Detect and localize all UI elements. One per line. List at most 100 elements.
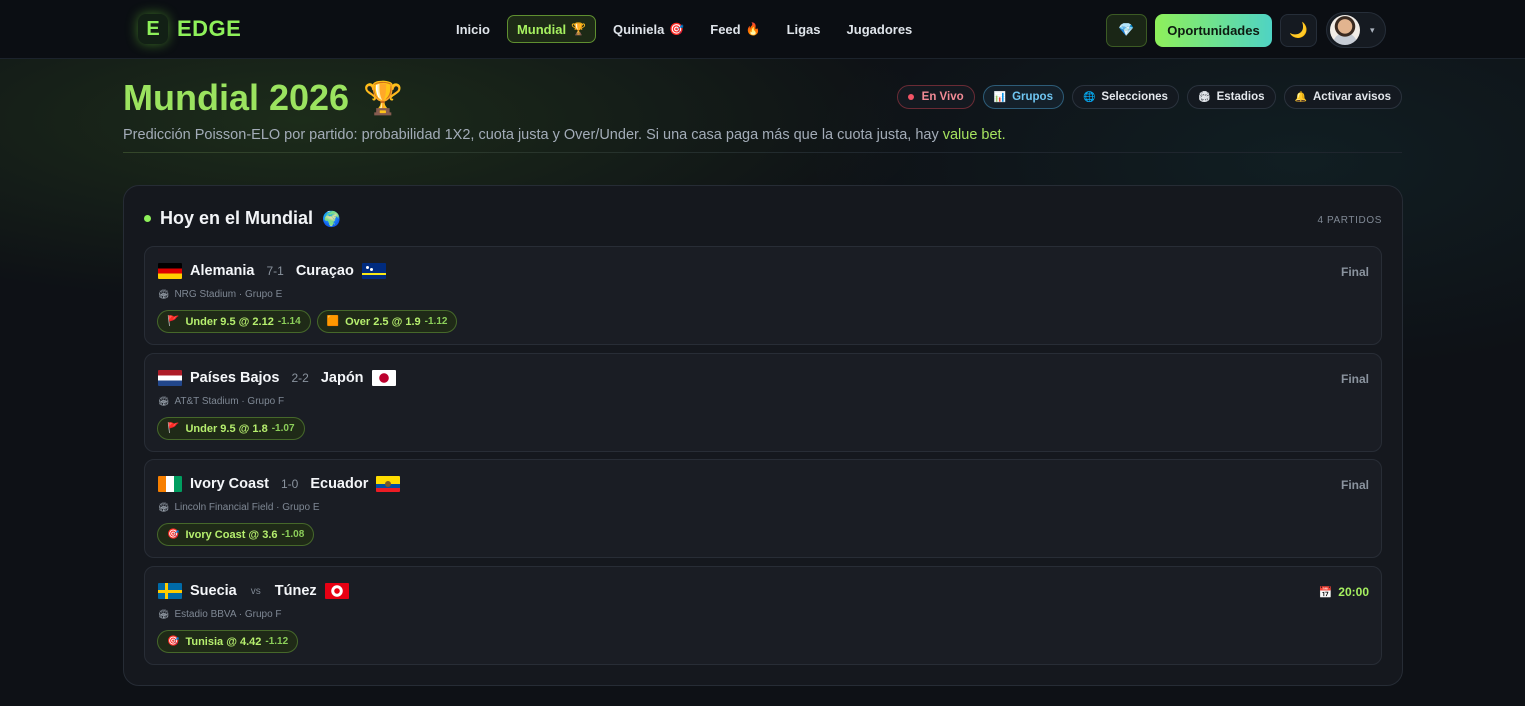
logo-mark-icon: E bbox=[138, 14, 168, 44]
match-teams: Países Bajos 2-2 Japón bbox=[158, 370, 396, 386]
top-navbar: E EDGE Inicio Mundial 🏆 Quiniela 🎯 Feed 🔥 L… bbox=[0, 0, 1525, 59]
match-venue: 🏟 Estadio BBVA · Grupo F bbox=[158, 609, 282, 620]
match-card[interactable]: Ivory Coast 1-0 Ecuador 🏟 Lincoln Financi… bbox=[144, 459, 1382, 558]
chip-selecciones[interactable]: 🌐 Selecciones bbox=[1071, 85, 1179, 109]
stadium-icon: 🏟 bbox=[1197, 91, 1211, 103]
theme-toggle-button[interactable]: 🌙 bbox=[1280, 13, 1317, 47]
match-card[interactable]: Suecia vs Túnez 🏟 Estadio BBVA · Grupo F … bbox=[144, 566, 1382, 665]
bet-tag-text: Under 9.5 @ 1.8 bbox=[185, 422, 268, 435]
nav-item-feed[interactable]: Feed 🔥 bbox=[701, 15, 769, 43]
bet-tag-text: Over 2.5 @ 1.9 bbox=[345, 315, 421, 328]
target-icon: 🎯 bbox=[167, 529, 180, 540]
match-count: 4 PARTIDOS bbox=[1317, 215, 1382, 226]
bet-tag[interactable]: 🟧 Over 2.5 @ 1.9 -1.12 bbox=[316, 310, 458, 333]
match-score: 7-1 bbox=[266, 264, 284, 278]
fire-icon: 🔥 bbox=[745, 22, 761, 36]
chip-label: Selecciones bbox=[1101, 91, 1168, 103]
match-status: Final bbox=[1340, 265, 1369, 279]
gem-icon: 💎 bbox=[1118, 22, 1135, 37]
moon-icon: 🌙 bbox=[1289, 22, 1308, 39]
stadium-icon: 🏟 bbox=[158, 502, 170, 512]
match-card[interactable]: Alemania 7-1 Curaçao 🏟 NRG Stadium · Grup… bbox=[144, 246, 1382, 345]
logo[interactable]: E EDGE bbox=[138, 13, 241, 45]
target-icon: 🎯 bbox=[669, 22, 685, 36]
bet-tag-ev: -1.08 bbox=[281, 529, 305, 540]
subtitle-text: Predicción Poisson-ELO por partido: prob… bbox=[123, 127, 943, 143]
globe-icon: 🌐 bbox=[1082, 91, 1096, 103]
bet-tag-text: Under 9.5 @ 2.12 bbox=[185, 315, 274, 328]
bet-tag[interactable]: 🚩 Under 9.5 @ 2.12 -1.14 bbox=[157, 310, 311, 333]
away-team: Japón bbox=[320, 370, 364, 386]
page-subtitle: Predicción Poisson-ELO por partido: prob… bbox=[123, 127, 1006, 143]
bell-icon: 🔔 bbox=[1294, 91, 1307, 103]
away-team: Curaçao bbox=[295, 263, 354, 279]
logo-text: EDGE bbox=[177, 16, 242, 41]
match-score: 1-0 bbox=[280, 477, 299, 491]
premium-button[interactable]: 💎 bbox=[1106, 13, 1147, 47]
nav-item-quiniela[interactable]: Quiniela 🎯 bbox=[604, 15, 693, 43]
nav-item-inicio[interactable]: Inicio bbox=[447, 15, 499, 43]
user-menu-button[interactable]: ▾ bbox=[1326, 12, 1386, 48]
curacao-flag-icon bbox=[361, 263, 386, 279]
bet-tag-ev: -1.07 bbox=[271, 423, 295, 434]
ivory-coast-flag-icon bbox=[158, 476, 182, 492]
bet-tag[interactable]: 🚩 Under 9.5 @ 1.8 -1.07 bbox=[157, 417, 305, 440]
nav-item-ligas[interactable]: Ligas bbox=[778, 15, 830, 43]
away-team: Túnez bbox=[274, 583, 317, 599]
bet-tag[interactable]: 🎯 Tunisia @ 4.42 -1.12 bbox=[157, 630, 299, 653]
bet-tags: 🎯 Tunisia @ 4.42 -1.12 bbox=[157, 630, 304, 653]
page-title: Mundial 2026 🏆 bbox=[123, 77, 403, 119]
opportunities-button[interactable]: Oportunidades bbox=[1155, 13, 1272, 47]
chip-en-vivo[interactable]: En Vivo bbox=[896, 85, 975, 109]
match-card[interactable]: Países Bajos 2-2 Japón 🏟 AT&T Stadium · G… bbox=[144, 353, 1382, 452]
target-icon: 🎯 bbox=[167, 636, 180, 647]
avatar bbox=[1330, 15, 1360, 45]
germany-flag-icon bbox=[158, 263, 182, 279]
venue-text: NRG Stadium · Grupo E bbox=[174, 289, 283, 300]
match-teams: Suecia vs Túnez bbox=[158, 583, 349, 599]
live-dot-icon bbox=[907, 94, 914, 100]
bet-tag-ev: -1.12 bbox=[424, 316, 448, 327]
card-header: Hoy en el Mundial 🌍 bbox=[144, 208, 341, 229]
card-title: Hoy en el Mundial bbox=[160, 208, 314, 228]
chip-activar-avisos[interactable]: 🔔 Activar avisos bbox=[1283, 85, 1402, 109]
bet-tag-text: Ivory Coast @ 3.6 bbox=[185, 528, 278, 541]
nav-item-mundial[interactable]: Mundial 🏆 bbox=[506, 15, 597, 43]
bet-tag-ev: -1.12 bbox=[265, 636, 289, 647]
sweden-flag-icon bbox=[158, 583, 182, 599]
bet-tag[interactable]: 🎯 Ivory Coast @ 3.6 -1.08 bbox=[157, 523, 315, 546]
match-teams: Alemania 7-1 Curaçao bbox=[158, 263, 386, 279]
flag-icon: 🚩 bbox=[167, 316, 180, 327]
bet-tags: 🚩 Under 9.5 @ 2.12 -1.14 🟧 Over 2.5 @ 1.9 -1… bbox=[157, 310, 463, 333]
chip-label: Estadios bbox=[1216, 91, 1265, 103]
chip-estadios[interactable]: 🏟 Estadios bbox=[1186, 85, 1276, 109]
ecuador-flag-icon bbox=[376, 476, 401, 492]
flag-icon: 🚩 bbox=[167, 423, 180, 434]
nav-item-jugadores[interactable]: Jugadores bbox=[838, 15, 922, 43]
bet-tags: 🎯 Ivory Coast @ 3.6 -1.08 bbox=[157, 523, 320, 546]
section-chips: En Vivo 📊 Grupos 🌐 Selecciones 🏟 Estadios 🔔… bbox=[889, 85, 1402, 109]
subtitle-highlight: value bet. bbox=[942, 127, 1006, 143]
match-venue: 🏟 NRG Stadium · Grupo E bbox=[158, 289, 282, 300]
match-venue: 🏟 AT&T Stadium · Grupo F bbox=[158, 396, 284, 407]
home-team: Países Bajos bbox=[190, 370, 280, 386]
venue-text: Estadio BBVA · Grupo F bbox=[174, 609, 282, 620]
japan-flag-icon bbox=[371, 370, 396, 386]
home-team: Suecia bbox=[190, 583, 237, 599]
match-status: Final bbox=[1340, 478, 1369, 492]
nav-item-label: Quiniela bbox=[613, 21, 665, 37]
status-dot-icon bbox=[144, 215, 151, 222]
square-icon: 🟧 bbox=[326, 316, 340, 327]
calendar-icon: 📅 bbox=[1318, 586, 1333, 599]
match-vs: vs bbox=[250, 585, 261, 597]
home-team: Ivory Coast bbox=[190, 476, 269, 492]
chip-grupos[interactable]: 📊 Grupos bbox=[982, 85, 1064, 109]
venue-text: Lincoln Financial Field · Grupo E bbox=[174, 502, 320, 513]
tunisia-flag-icon bbox=[324, 583, 349, 599]
trophy-icon: 🏆 bbox=[363, 80, 403, 116]
stadium-icon: 🏟 bbox=[158, 609, 170, 619]
globe-icon: 🌍 bbox=[322, 210, 341, 228]
nav-actions: 💎 Oportunidades 🌙 ▾ bbox=[1106, 12, 1386, 48]
chip-label: Activar avisos bbox=[1313, 91, 1391, 103]
stadium-icon: 🏟 bbox=[158, 396, 170, 406]
